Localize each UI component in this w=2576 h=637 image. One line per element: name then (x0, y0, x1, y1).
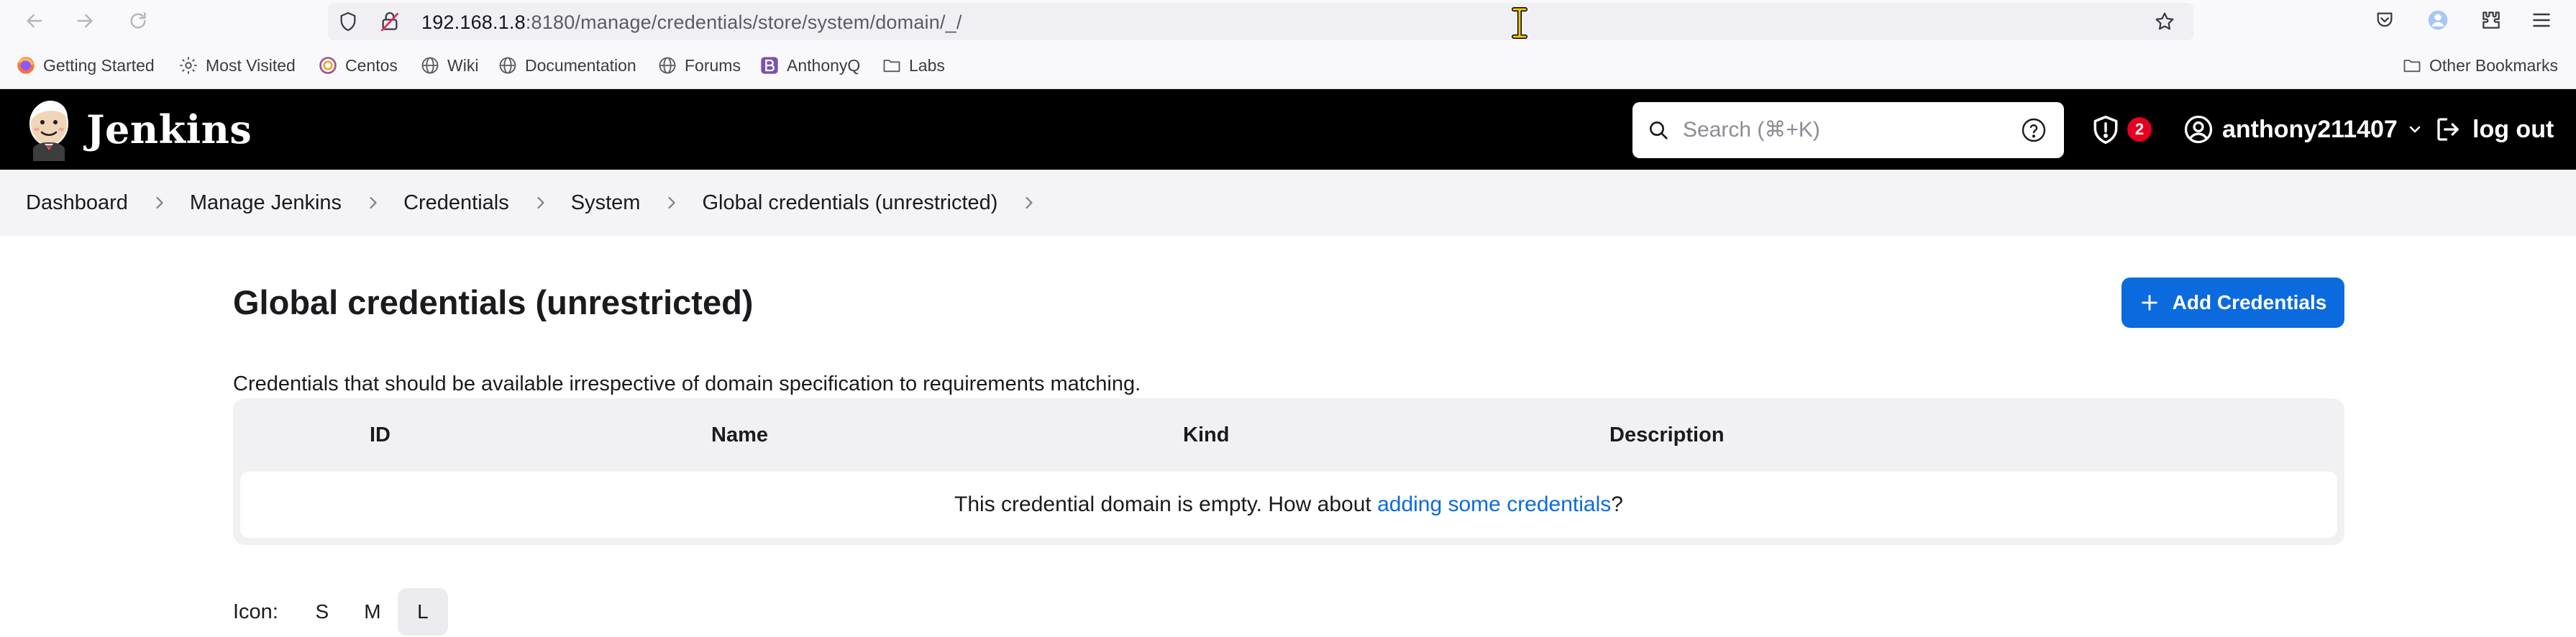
forward-button[interactable] (69, 6, 101, 36)
chevron-right-icon[interactable] (662, 193, 682, 213)
reload-icon (130, 12, 146, 29)
bookmark-centos[interactable]: Centos (318, 53, 398, 78)
breadcrumb: Dashboard Manage Jenkins Credentials Sys… (26, 170, 1059, 236)
arrow-right-icon (77, 14, 93, 28)
alert-count-badge: 2 (2127, 117, 2152, 142)
icon-size-s[interactable]: S (297, 588, 347, 636)
icon-size-l[interactable]: L (397, 588, 448, 636)
globe-icon (659, 57, 676, 74)
bookmark-most-visited[interactable]: Most Visited (178, 53, 296, 78)
browser-toolbar: 192.168.1.8:8180/manage/credentials/stor… (0, 0, 2576, 42)
arrow-left-icon (27, 14, 42, 28)
jenkins-header: Jenkins 2 anthony211407 log out (0, 89, 2576, 170)
user-icon (2184, 115, 2213, 144)
globe-icon (421, 57, 439, 74)
bookmark-forums[interactable]: Forums (657, 53, 741, 78)
column-header-kind[interactable]: Kind (1183, 423, 1229, 447)
logout-button[interactable]: log out (2434, 111, 2554, 148)
bookmark-labs[interactable]: Labs (882, 53, 945, 78)
empty-state-text: This credential domain is empty. How abo… (954, 492, 1378, 516)
column-header-id[interactable]: ID (370, 423, 390, 447)
folder-icon (883, 60, 900, 73)
page-description: Credentials that should be available irr… (233, 372, 1141, 395)
breadcrumb-bar: Dashboard Manage Jenkins Credentials Sys… (0, 170, 2576, 236)
logout-icon (2437, 118, 2459, 141)
extensions-icon[interactable] (2480, 9, 2503, 32)
folder-icon (2403, 60, 2421, 73)
breadcrumb-system[interactable]: System (571, 191, 641, 215)
empty-state-row: This credential domain is empty. How abo… (240, 472, 2337, 538)
user-menu[interactable]: anthony211407 (2183, 111, 2424, 148)
back-button[interactable] (19, 6, 50, 36)
logout-label: log out (2472, 115, 2554, 143)
url-path: :8180/manage/credentials/store/system/do… (525, 12, 962, 33)
bookmark-documentation[interactable]: Documentation (498, 53, 636, 78)
hamburger-menu-icon[interactable] (2530, 9, 2553, 32)
bookmarks-bar: Getting Started Most Visited Centos Wiki… (0, 42, 2576, 89)
breadcrumb-credentials[interactable]: Credentials (403, 191, 509, 215)
empty-state-suffix: ? (1611, 492, 1623, 516)
other-bookmarks-label: Other Bookmarks (2429, 55, 2558, 75)
firefox-icon (17, 57, 35, 74)
add-credentials-button[interactable]: Add Credentials (2121, 278, 2344, 328)
bookmark-label: Centos (345, 55, 398, 75)
shield-icon (340, 12, 356, 32)
chevron-right-icon[interactable] (363, 193, 383, 213)
pocket-icon[interactable] (2373, 9, 2396, 32)
icon-size-label: Icon: (233, 600, 278, 623)
chevron-right-icon[interactable] (1019, 193, 1039, 213)
bookmark-label: Wiki (447, 55, 479, 75)
column-header-name[interactable]: Name (711, 423, 768, 447)
chevron-right-icon[interactable] (531, 193, 551, 213)
bookmark-wiki[interactable]: Wiki (420, 53, 478, 78)
add-credentials-link[interactable]: adding some credentials (1377, 492, 1611, 517)
text-cursor-icon (1512, 7, 1527, 39)
chevron-down-icon (2409, 126, 2421, 133)
security-alerts-button[interactable]: 2 (2090, 111, 2152, 148)
column-header-description[interactable]: Description (1609, 423, 1725, 447)
url-text[interactable]: 192.168.1.8:8180/manage/credentials/stor… (421, 12, 962, 34)
globe-icon (499, 57, 516, 74)
bookmark-label: Forums (685, 55, 741, 75)
url-bar[interactable]: 192.168.1.8:8180/manage/credentials/stor… (328, 3, 2193, 40)
bookmark-getting-started[interactable]: Getting Started (16, 53, 155, 78)
centos-icon (319, 57, 337, 74)
bookmark-label: Labs (909, 55, 945, 75)
bookmark-anthonyq[interactable]: AnthonyQ (759, 53, 860, 78)
account-icon[interactable] (2426, 9, 2449, 32)
jenkins-butler-icon (29, 101, 68, 161)
jenkins-logo-link[interactable]: Jenkins (23, 98, 252, 161)
other-bookmarks[interactable]: Other Bookmarks (2402, 53, 2558, 78)
shield-alert-icon (2093, 115, 2118, 145)
page-title: Global credentials (unrestricted) (233, 283, 754, 321)
url-host: 192.168.1.8 (421, 12, 526, 33)
bookmark-label: AnthonyQ (787, 55, 861, 75)
search-icon (1650, 122, 1668, 139)
jenkins-brand-text: Jenkins (86, 106, 252, 152)
breadcrumb-manage-jenkins[interactable]: Manage Jenkins (190, 191, 342, 215)
help-icon[interactable] (2021, 117, 2047, 143)
bootstrap-icon (761, 57, 778, 74)
bookmark-label: Most Visited (206, 55, 296, 75)
reload-button[interactable] (122, 6, 154, 36)
bookmark-label: Getting Started (43, 55, 155, 75)
icon-size-selector: Icon: S M L (233, 588, 448, 636)
breadcrumb-global-credentials[interactable]: Global credentials (unrestricted) (702, 191, 997, 215)
breadcrumb-dashboard[interactable]: Dashboard (26, 191, 128, 215)
icon-size-m[interactable]: M (347, 588, 398, 636)
username: anthony211407 (2222, 115, 2398, 143)
chevron-right-icon[interactable] (150, 193, 170, 213)
credentials-table: ID Name Kind Description This credential… (233, 398, 2344, 545)
search-input[interactable] (1683, 112, 1999, 148)
insecure-lock-icon (381, 12, 398, 32)
star-icon[interactable] (2153, 10, 2176, 33)
gear-icon (180, 57, 197, 74)
bookmark-label: Documentation (525, 55, 636, 75)
search-box[interactable] (1632, 102, 2064, 158)
add-credentials-label: Add Credentials (2172, 291, 2327, 313)
plus-icon (2141, 295, 2157, 311)
